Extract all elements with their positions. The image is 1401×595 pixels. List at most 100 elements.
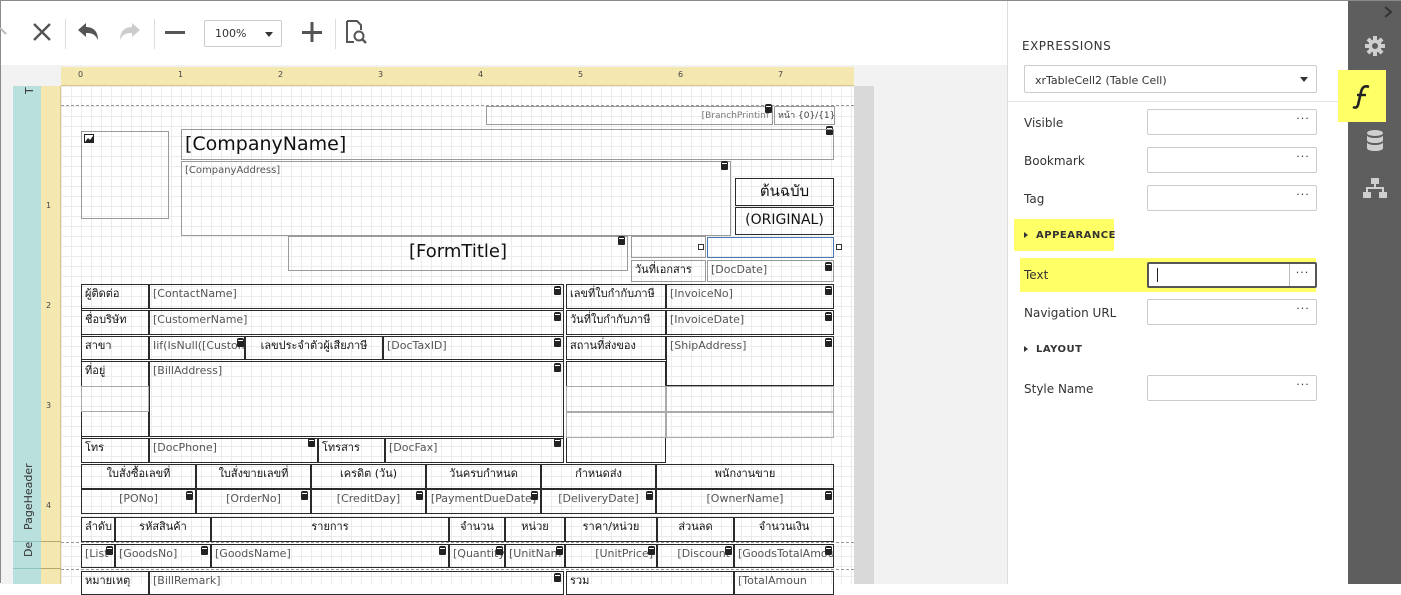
customer-name-cell[interactable]: [CustomerName] (149, 310, 564, 335)
smart-tag-icon[interactable] (554, 338, 561, 347)
smart-tag-icon[interactable] (106, 546, 113, 555)
doc-date-cell[interactable]: [DocDate] (707, 260, 834, 282)
item-header-cell[interactable]: ลำดับ (81, 517, 115, 542)
ship-spacer-cell[interactable] (666, 386, 834, 412)
ship-address-cell[interactable]: [ShipAddress] (666, 336, 834, 386)
order-header-cell[interactable]: ใบสั่งซื้อเลขที่ (81, 464, 196, 489)
item-value-cell[interactable]: [GoodsTotalAmou (734, 544, 834, 568)
navigation-url-field[interactable]: ··· (1147, 299, 1317, 325)
expression-editor-button[interactable]: ··· (1290, 300, 1316, 324)
report-explorer-tab[interactable] (1348, 165, 1401, 211)
smart-tag-icon[interactable] (765, 104, 772, 113)
style-name-field[interactable]: ··· (1147, 375, 1317, 401)
selected-table-cell[interactable] (707, 237, 834, 258)
smart-tag-icon[interactable] (646, 491, 653, 500)
smart-tag-icon[interactable] (825, 546, 832, 555)
report-page[interactable]: [BranchPrintinf หน้า {0}/{1} [CompanyNam… (61, 86, 854, 595)
empty-cell[interactable] (631, 236, 706, 258)
expression-editor-button[interactable]: ··· (1290, 376, 1316, 400)
branch-printing-cell[interactable]: [BranchPrintinf (486, 106, 773, 125)
item-header-cell[interactable]: ส่วนลด (657, 517, 734, 542)
total-amount-cell[interactable]: [TotalAmoun (734, 571, 834, 595)
smart-tag-icon[interactable] (825, 262, 832, 271)
expressions-tab[interactable] (1338, 70, 1386, 122)
footer-remark-label[interactable]: หมายเหตุ (81, 571, 149, 595)
undo-button[interactable] (71, 15, 105, 49)
smart-tag-icon[interactable] (554, 573, 561, 582)
order-header-cell[interactable]: เครดิต (วัน) (311, 464, 426, 489)
tag-field[interactable]: ··· (1147, 185, 1317, 211)
text-expression-field[interactable]: ··· (1147, 262, 1317, 288)
phone-cell[interactable]: [DocPhone] (149, 438, 318, 463)
properties-tab[interactable] (1348, 23, 1401, 69)
smart-tag-icon[interactable] (825, 338, 832, 347)
item-header-cell[interactable]: รายการ (211, 517, 449, 542)
ship-spacer-cell[interactable] (666, 412, 834, 438)
item-header-cell[interactable]: จำนวน (449, 517, 505, 542)
band-label-detail[interactable]: De (22, 542, 35, 557)
ship-spacer-cell[interactable] (566, 386, 666, 412)
band-label-page-header[interactable]: PageHeader (22, 463, 35, 530)
item-header-cell[interactable]: หน่วย (505, 517, 565, 542)
original-th-cell[interactable]: ต้นฉบับ (735, 178, 834, 206)
invoice-date-label[interactable]: วันที่ใบกำกับภาษี (566, 310, 666, 335)
order-value-cell[interactable]: [DeliveryDate] (541, 489, 656, 514)
taxid-label[interactable]: เลขประจำตัวผู้เสียภาษี (245, 336, 383, 360)
ship-label[interactable]: สถานที่ส่งของ (566, 336, 666, 360)
order-header-cell[interactable]: พนักงานขาย (656, 464, 834, 489)
smart-tag-icon[interactable] (496, 546, 503, 555)
expression-editor-button[interactable]: ··· (1289, 264, 1315, 286)
resize-handle-right[interactable] (836, 244, 842, 250)
fax-label[interactable]: โทรสาร (318, 438, 385, 463)
page-number-cell[interactable]: หน้า {0}/{1} (774, 106, 835, 125)
smart-tag-icon[interactable] (825, 491, 832, 500)
item-header-cell[interactable]: ราคา/หน่วย (565, 517, 657, 542)
smart-tag-icon[interactable] (531, 491, 538, 500)
smart-tag-icon[interactable] (618, 236, 625, 245)
company-address-cell[interactable]: [CompanyAddress] (181, 161, 731, 236)
address-spacer-cell[interactable] (81, 386, 149, 412)
collapse-panel-button[interactable] (1381, 4, 1395, 18)
invoice-no-label[interactable]: เลขที่ใบกำกับภาษี (566, 284, 666, 309)
smart-tag-icon[interactable] (554, 363, 561, 372)
item-value-cell[interactable]: [UnitPrice] (565, 544, 657, 568)
ship-spacer-cell[interactable] (566, 412, 666, 438)
appearance-section-toggle[interactable]: APPEARANCE (1024, 230, 1116, 241)
order-value-cell[interactable]: [CreditDay] (311, 489, 426, 514)
form-title-cell[interactable]: [FormTitle] (288, 236, 628, 271)
smart-tag-icon[interactable] (825, 286, 832, 295)
layout-section-toggle[interactable]: LAYOUT (1024, 344, 1082, 355)
expression-editor-button[interactable]: ··· (1290, 110, 1316, 134)
customer-label[interactable]: ชื่อบริษัท (81, 310, 149, 335)
zoom-in-button[interactable] (295, 15, 329, 49)
smart-tag-icon[interactable] (237, 338, 244, 347)
item-value-cell[interactable]: [GoodsName] (211, 544, 449, 568)
order-header-cell[interactable]: กำหนดส่ง (541, 464, 656, 489)
smart-tag-icon[interactable] (301, 491, 308, 500)
item-value-cell[interactable]: [GoodsNo] (115, 544, 211, 568)
branch-expression-cell[interactable]: Iif(IsNull([Custom (149, 336, 245, 360)
item-header-cell[interactable]: รหัสสินค้า (115, 517, 211, 542)
order-header-cell[interactable]: วันครบกำหนด (426, 464, 541, 489)
contact-name-cell[interactable]: [ContactName] (149, 284, 564, 309)
original-en-cell[interactable]: (ORIGINAL) (735, 207, 834, 235)
field-list-tab[interactable] (1348, 118, 1401, 164)
expression-editor-button[interactable]: ··· (1290, 186, 1316, 210)
bill-address-cell[interactable]: [BillAddress] (149, 361, 564, 437)
smart-tag-icon[interactable] (439, 546, 446, 555)
taxid-cell[interactable]: [DocTaxID] (383, 336, 564, 360)
invoice-date-cell[interactable]: [InvoiceDate] (666, 310, 834, 335)
smart-tag-icon[interactable] (416, 491, 423, 500)
item-value-cell[interactable]: [Discount (657, 544, 734, 568)
smart-tag-icon[interactable] (725, 546, 732, 555)
smart-tag-icon[interactable] (825, 312, 832, 321)
branch-label[interactable]: สาขา (81, 336, 149, 360)
invoice-no-cell[interactable]: [InvoiceNo] (666, 284, 834, 309)
footer-total-label[interactable]: รวม (566, 571, 734, 595)
smart-tag-icon[interactable] (721, 161, 728, 170)
phone-label[interactable]: โทร (81, 438, 149, 463)
visible-field[interactable]: ··· (1147, 109, 1317, 135)
order-value-cell[interactable]: [PaymentDueDate] (426, 489, 541, 514)
company-name-cell[interactable]: [CompanyName] (181, 129, 834, 160)
smart-tag-icon[interactable] (308, 438, 315, 447)
